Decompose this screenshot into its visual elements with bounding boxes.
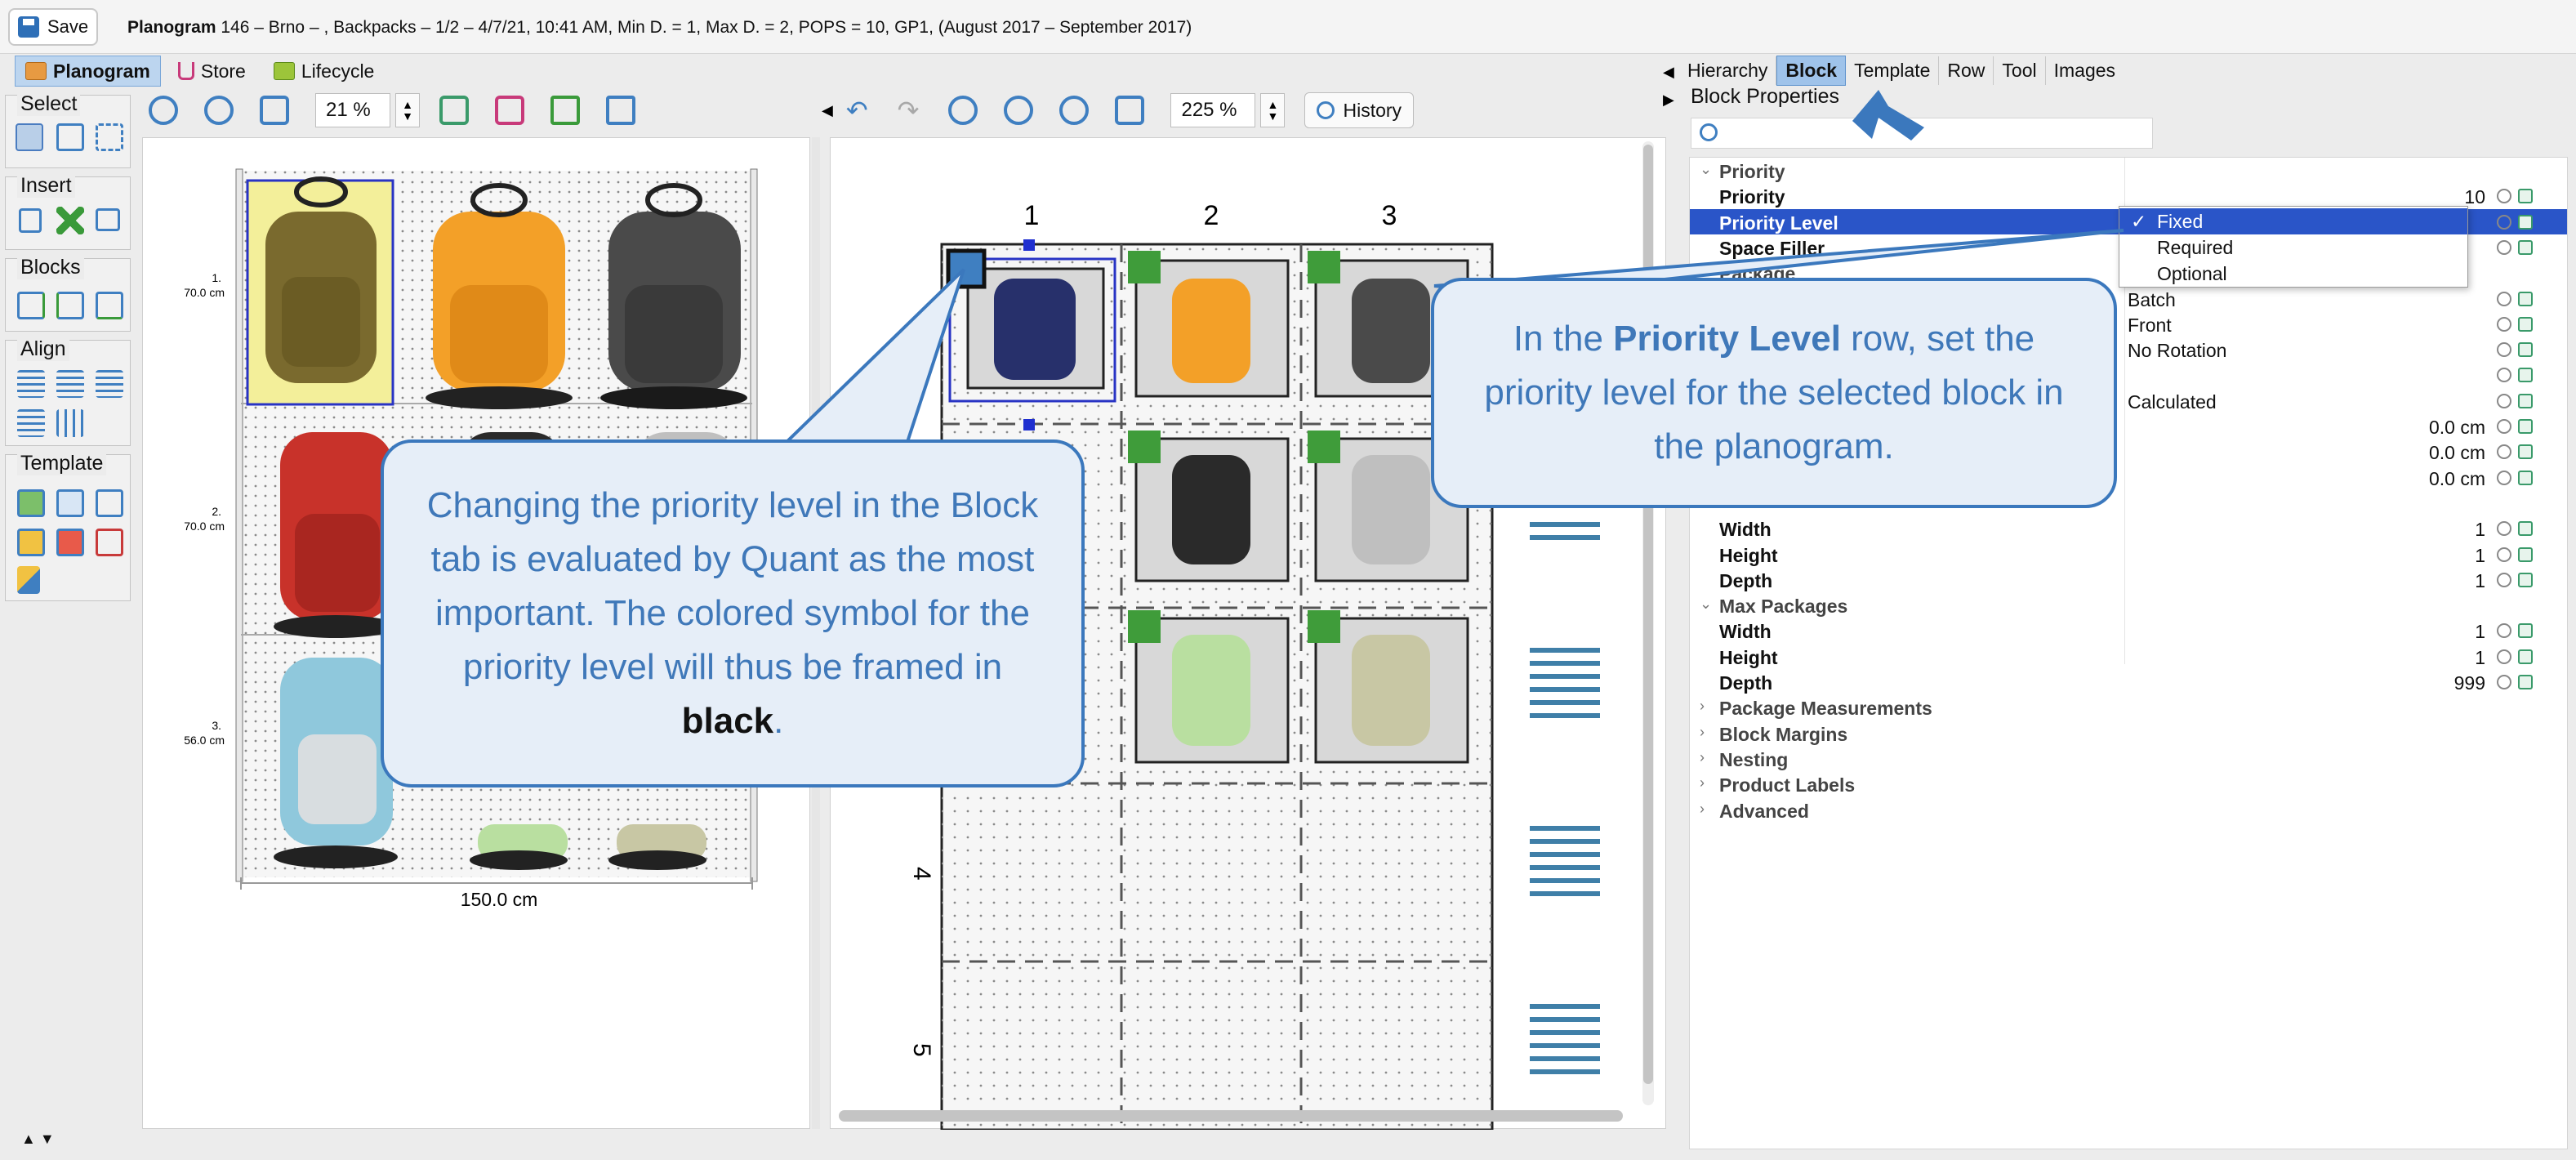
callout-left-bold: black — [681, 701, 774, 741]
callout-left-text-2: . — [773, 701, 784, 741]
planogram-app: Save Planogram 146 – Brno – , Backpacks … — [0, 0, 2576, 1160]
callout-left-text-1: Changing the priority level in the Block… — [426, 485, 1039, 687]
callout-right-bold: Priority Level — [1613, 319, 1841, 359]
callout-right-text-1: In the — [1513, 319, 1614, 359]
block-tab-arrow-icon — [1852, 90, 1924, 141]
callout-priority-level: In the Priority Level row, set the prior… — [1431, 278, 2117, 508]
left-callout-pointer — [780, 268, 965, 446]
callout-priority-explanation: Changing the priority level in the Block… — [381, 439, 1085, 787]
